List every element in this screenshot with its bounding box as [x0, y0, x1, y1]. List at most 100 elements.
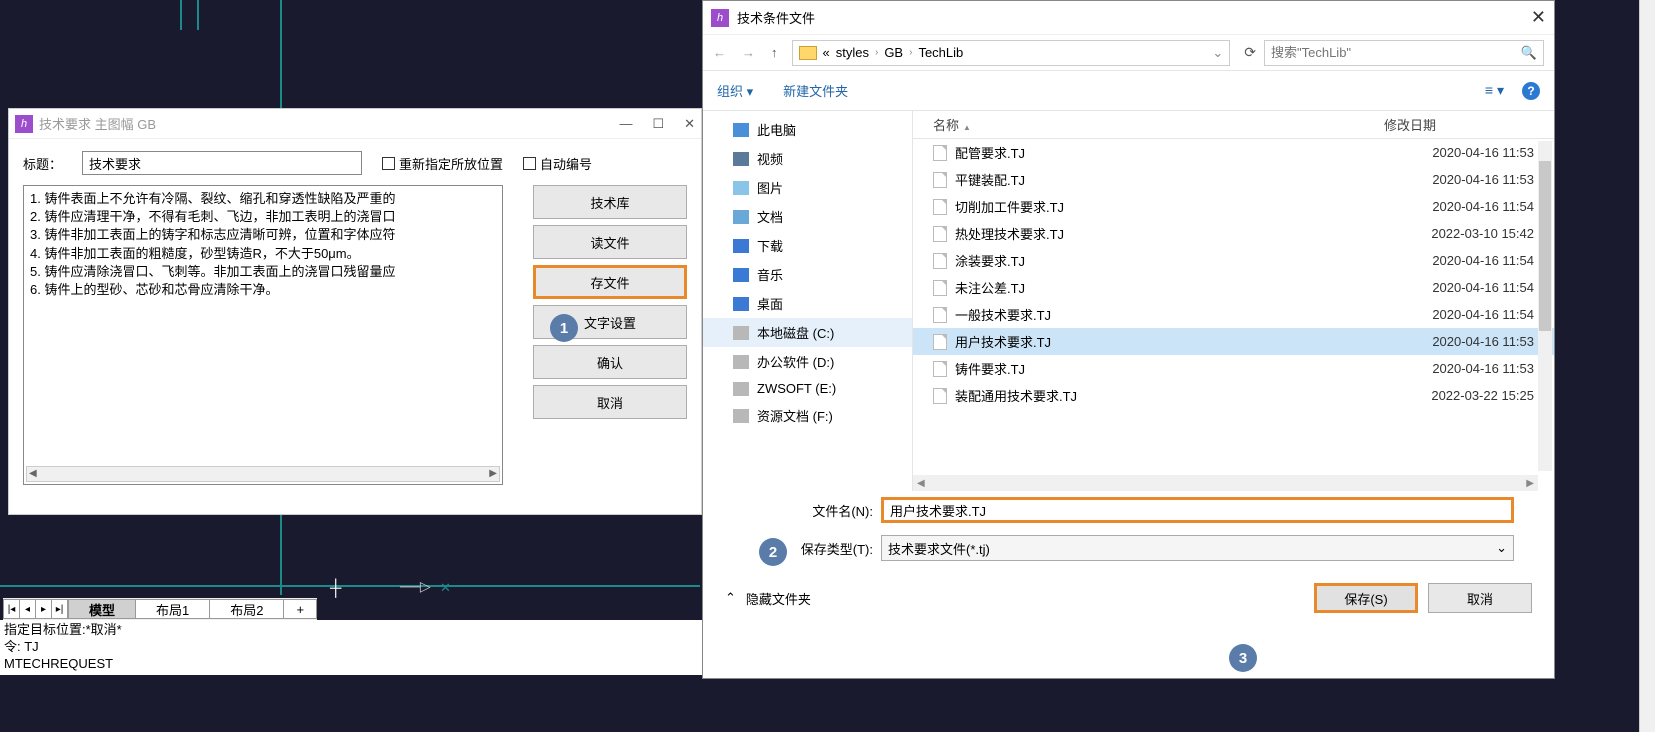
- file-row[interactable]: 涂装要求.TJ2020-04-16 11:54: [913, 247, 1554, 274]
- tech-lib-button[interactable]: 技术库: [533, 185, 687, 219]
- search-icon[interactable]: 🔍: [1521, 45, 1537, 61]
- autonumber-checkbox[interactable]: 自动编号: [523, 154, 592, 173]
- file-row[interactable]: 平键装配.TJ 2020-04-16 11:53: [913, 166, 1554, 193]
- file-date: 2020-04-16 11:54: [1364, 280, 1534, 295]
- dialog-titlebar[interactable]: h 技术要求 主图幅 GB — ☐ ✕: [9, 109, 701, 139]
- file-date: 2022-03-10 15:42: [1364, 226, 1534, 241]
- maximize-icon[interactable]: ☐: [652, 116, 664, 132]
- tab-first-icon[interactable]: |◂: [4, 600, 20, 618]
- organize-menu[interactable]: 组织 ▾: [717, 81, 753, 100]
- tab-prev-icon[interactable]: ◂: [20, 600, 36, 618]
- file-row[interactable]: 配管要求.TJ2020-04-16 11:53: [913, 139, 1554, 166]
- close-icon[interactable]: ✕: [684, 116, 695, 132]
- file-date: 2020-04-16 11:54: [1364, 199, 1534, 214]
- bc-seg[interactable]: TechLib: [918, 45, 963, 60]
- view-mode-icon[interactable]: ≡ ▾: [1485, 82, 1504, 99]
- tree-drive-c[interactable]: 本地磁盘 (C:): [703, 318, 912, 347]
- chevron-right-icon: ›: [875, 47, 878, 58]
- breadcrumb[interactable]: « styles › GB › TechLib ⌄: [792, 40, 1231, 66]
- file-name: 平键装配.TJ: [955, 170, 1356, 189]
- h-scrollbar[interactable]: ◀▶: [26, 466, 500, 482]
- req-line: 2. 铸件应清理干净，不得有毛刺、飞边，非加工表明上的浇冒口: [30, 208, 496, 226]
- tab-last-icon[interactable]: ▸|: [52, 600, 68, 618]
- tab-model[interactable]: 模型: [69, 599, 136, 619]
- reposition-checkbox[interactable]: 重新指定所放位置: [382, 154, 503, 173]
- file-row[interactable]: 一般技术要求.TJ2020-04-16 11:54: [913, 301, 1554, 328]
- requirements-textarea[interactable]: 1. 铸件表面上不允许有冷隔、裂纹、缩孔和穿透性缺陷及严重的2. 铸件应清理干净…: [23, 185, 503, 485]
- file-icon: [933, 253, 947, 269]
- dialog-titlebar[interactable]: h 技术条件文件 ✕: [703, 1, 1554, 35]
- nav-up-icon[interactable]: ↑: [771, 45, 778, 60]
- file-row[interactable]: 装配通用技术要求.TJ2022-03-22 15:25: [913, 382, 1554, 409]
- tree-this-pc[interactable]: 此电脑: [703, 115, 912, 144]
- hide-folders-link[interactable]: 隐藏文件夹: [746, 589, 811, 608]
- tree-video[interactable]: 视频: [703, 144, 912, 173]
- drive-icon: [733, 326, 749, 340]
- read-file-button[interactable]: 读文件: [533, 225, 687, 259]
- file-row[interactable]: 用户技术要求.TJ2020-04-16 11:53: [913, 328, 1554, 355]
- tree-music[interactable]: 音乐: [703, 260, 912, 289]
- filetype-combo[interactable]: 技术要求文件(*.tj)⌄: [881, 535, 1514, 561]
- minimize-icon[interactable]: —: [619, 116, 632, 132]
- save-file-button[interactable]: 存文件: [533, 265, 687, 299]
- scroll-right-icon[interactable]: ▶: [1526, 478, 1534, 489]
- annotation-badge-2: 2: [759, 538, 787, 566]
- file-date: 2020-04-16 11:53: [1364, 361, 1534, 376]
- scroll-right-icon[interactable]: ▶: [489, 467, 497, 481]
- title-input[interactable]: [82, 151, 362, 175]
- file-date: 2020-04-16 11:53: [1364, 172, 1534, 187]
- tree-drive-d[interactable]: 办公软件 (D:): [703, 347, 912, 376]
- file-name: 涂装要求.TJ: [955, 251, 1356, 270]
- caret-up-icon[interactable]: ⌃: [725, 590, 736, 606]
- tree-downloads[interactable]: 下载: [703, 231, 912, 260]
- save-button[interactable]: 保存(S): [1314, 583, 1418, 613]
- guide-lines: [4, 0, 694, 30]
- nav-back-icon[interactable]: ←: [713, 45, 726, 60]
- help-icon[interactable]: ?: [1522, 82, 1540, 100]
- tab-next-icon[interactable]: ▸: [36, 600, 52, 618]
- cancel-button[interactable]: 取消: [533, 385, 687, 419]
- scroll-left-icon[interactable]: ◀: [917, 478, 925, 489]
- file-icon: [933, 388, 947, 404]
- tree-desktop[interactable]: 桌面: [703, 289, 912, 318]
- file-row[interactable]: 未注公差.TJ2020-04-16 11:54: [913, 274, 1554, 301]
- v-scrollbar[interactable]: [1538, 141, 1552, 471]
- tree-drive-f[interactable]: 资源文档 (F:): [703, 401, 912, 430]
- scroll-thumb[interactable]: [1539, 161, 1551, 331]
- scroll-left-icon[interactable]: ◀: [29, 467, 37, 481]
- col-name[interactable]: 名称▲: [933, 115, 1384, 134]
- h-scrollbar[interactable]: ◀▶: [913, 475, 1538, 491]
- req-line: 4. 铸件非加工表面的粗糙度，砂型铸造R，不大于50μm。: [30, 245, 496, 263]
- tab-layout2[interactable]: 布局2: [210, 599, 284, 619]
- cancel-button[interactable]: 取消: [1428, 583, 1532, 613]
- file-icon: [933, 307, 947, 323]
- col-date[interactable]: 修改日期: [1384, 115, 1534, 134]
- tab-layout1[interactable]: 布局1: [136, 599, 210, 619]
- new-folder-button[interactable]: 新建文件夹: [783, 81, 848, 100]
- file-row[interactable]: 热处理技术要求.TJ2022-03-10 15:42: [913, 220, 1554, 247]
- chk-label: 重新指定所放位置: [399, 154, 503, 173]
- crosshair-icon: ┼: [330, 580, 341, 598]
- bc-seg[interactable]: GB: [884, 45, 903, 60]
- bc-seg[interactable]: styles: [836, 45, 869, 60]
- folder-tree[interactable]: 此电脑 视频 图片 文档 下载 音乐 桌面 本地磁盘 (C:) 办公软件 (D:…: [703, 111, 913, 491]
- tree-drive-e[interactable]: ZWSOFT (E:): [703, 376, 912, 401]
- file-row[interactable]: 铸件要求.TJ2020-04-16 11:53: [913, 355, 1554, 382]
- nav-fwd-icon[interactable]: →: [742, 45, 755, 60]
- file-name: 一般技术要求.TJ: [955, 305, 1356, 324]
- search-field[interactable]: [1271, 45, 1521, 60]
- tree-pictures[interactable]: 图片: [703, 173, 912, 202]
- chevron-down-icon[interactable]: ⌄: [1212, 45, 1223, 61]
- video-icon: [733, 152, 749, 166]
- close-icon[interactable]: ✕: [1531, 7, 1546, 28]
- right-scrollbar[interactable]: [1639, 0, 1655, 732]
- save-file-dialog: h 技术条件文件 ✕ ← → ↑ « styles › GB › TechLib…: [702, 0, 1555, 679]
- tab-add[interactable]: +: [284, 599, 317, 619]
- file-row[interactable]: 切削加工件要求.TJ2020-04-16 11:54: [913, 193, 1554, 220]
- refresh-icon[interactable]: ⟳: [1244, 44, 1256, 61]
- search-input[interactable]: 🔍: [1264, 40, 1544, 66]
- ok-button[interactable]: 确认: [533, 345, 687, 379]
- filename-input[interactable]: [881, 497, 1514, 523]
- tree-documents[interactable]: 文档: [703, 202, 912, 231]
- pc-icon: [733, 123, 749, 137]
